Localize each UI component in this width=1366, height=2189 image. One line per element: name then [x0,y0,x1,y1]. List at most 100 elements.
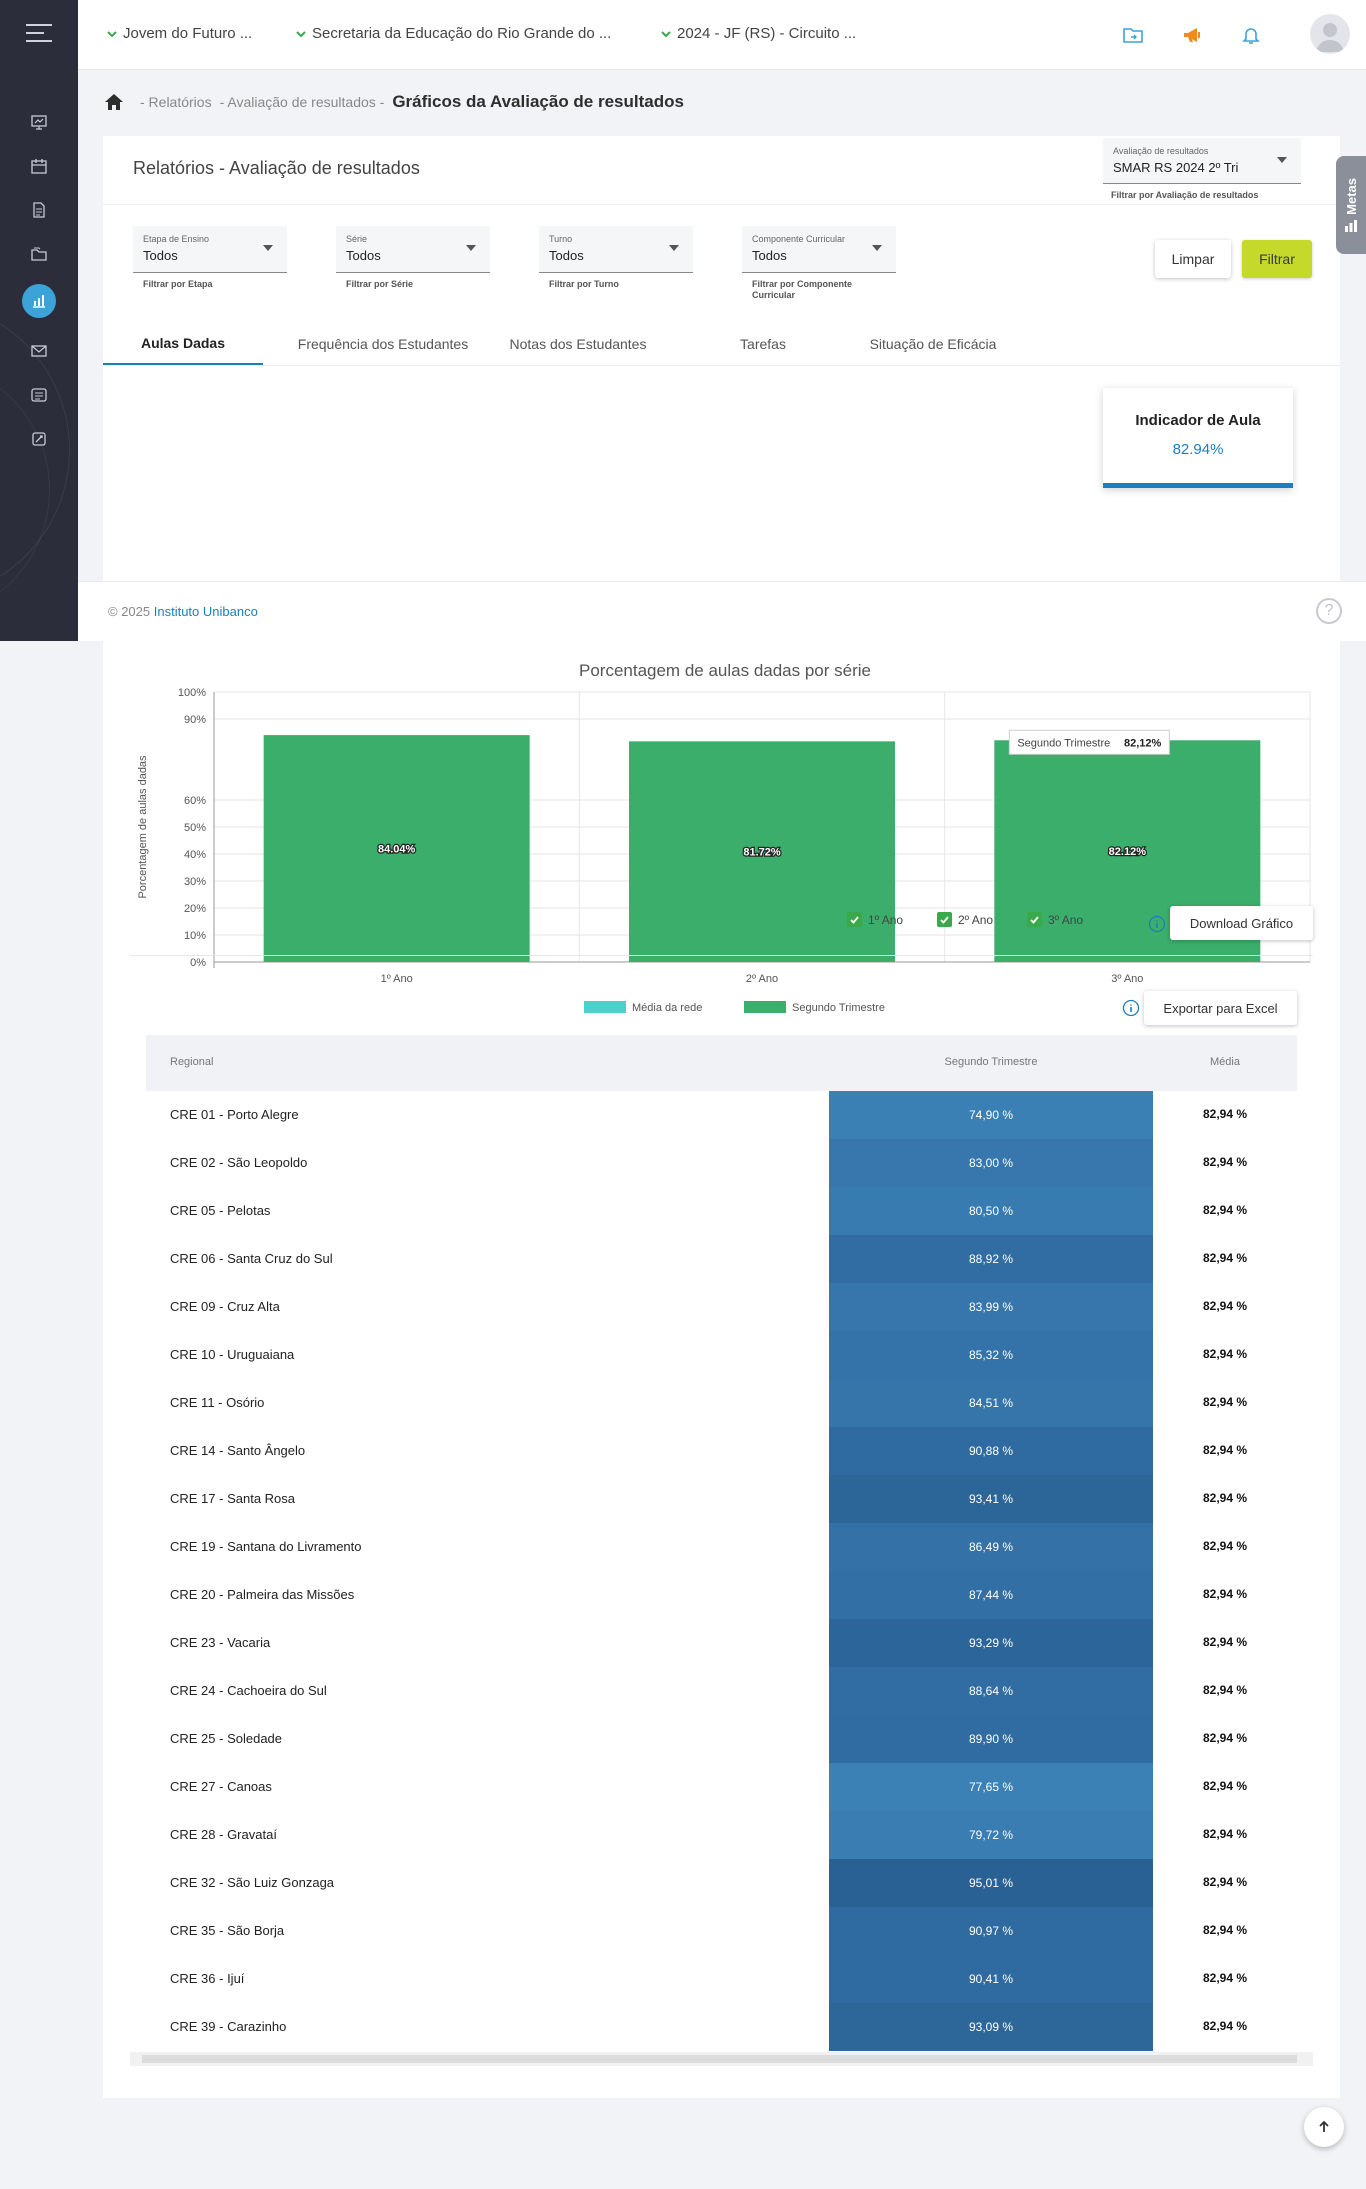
scroll-to-top-button[interactable] [1304,2107,1344,2147]
media-cell: 82,94 % [1202,2019,1248,2033]
megaphone-icon[interactable] [1179,22,1205,48]
table-row: CRE 35 - São Borja 90,97 % 82,94 % [146,1907,1297,1955]
table-row: CRE 17 - Santa Rosa 93,41 % 82,94 % [146,1475,1297,1523]
table-row: CRE 28 - Gravataí 79,72 % 82,94 % [146,1811,1297,1859]
checklist-icon[interactable] [27,383,51,407]
checkbox-checked-icon[interactable] [1027,912,1042,927]
etapa-select[interactable]: Etapa de Ensino Todos [133,226,287,273]
document-icon[interactable] [27,198,51,222]
bell-icon[interactable] [1238,22,1264,48]
regional-cell: CRE 17 - Santa Rosa [170,1491,296,1506]
program-selector[interactable]: Jovem do Futuro ... [106,25,252,42]
indicator-value: 82.94% [1172,441,1224,458]
trimestre-cell: 90,41 % [829,1955,1153,2003]
y-tick-label: 50% [184,822,206,834]
avaliacao-select[interactable]: Avaliação de resultados SMAR RS 2024 2º … [1103,138,1301,184]
caret-down-icon [872,245,882,251]
table-row: CRE 36 - Ijuí 90,41 % 82,94 % [146,1955,1297,2003]
info-icon[interactable] [1122,999,1140,1017]
tab-eficacia[interactable]: Situação de Eficácia [833,322,1033,366]
trimestre-cell: 83,00 % [829,1139,1153,1187]
media-cell: 82,94 % [1202,1299,1248,1313]
column-header-media[interactable]: Média [1153,1056,1297,1068]
trimestre-cell: 95,01 % [829,1859,1153,1907]
divider [130,955,1313,956]
serie-select-hint: Filtrar por Série [346,279,414,289]
presentation-icon[interactable] [27,110,51,134]
sidebar [0,0,78,641]
turno-select-value: Todos [549,248,584,263]
chart-filter-1-ano[interactable]: 1º Ano [847,912,903,927]
etapa-select-label: Etapa de Ensino [143,234,210,244]
horizontal-scrollbar[interactable] [130,2052,1313,2066]
limpar-button[interactable]: Limpar [1155,240,1231,278]
mail-icon[interactable] [27,339,51,363]
media-cell: 82,94 % [1202,1683,1248,1697]
turno-select[interactable]: Turno Todos [539,226,693,273]
checkbox-checked-icon[interactable] [847,912,862,927]
serie-select[interactable]: Série Todos [336,226,490,273]
menu-toggle-icon[interactable] [26,24,52,48]
footer: © 2025 Instituto Unibanco ? [78,581,1366,641]
scrollbar-thumb[interactable] [142,2055,1297,2063]
y-tick-label: 10% [184,930,206,942]
tab-notas[interactable]: Notas dos Estudantes [483,322,673,366]
data-label: 81.72% [743,847,781,859]
calendar-icon[interactable] [27,154,51,178]
metas-side-tab[interactable]: Metas [1336,156,1366,254]
x-tick-label: 1º Ano [381,973,413,985]
folder-icon[interactable] [1120,22,1146,48]
help-icon[interactable]: ? [1316,598,1342,624]
column-header-regional[interactable]: Regional [170,1056,213,1068]
folders-icon[interactable] [27,242,51,266]
trimestre-cell: 83,99 % [829,1283,1153,1331]
y-tick-label: 90% [184,714,206,726]
tab-tarefas[interactable]: Tarefas [693,322,833,366]
chart-icon[interactable] [22,284,56,318]
column-header-trimestre[interactable]: Segundo Trimestre [829,1056,1153,1068]
tab-frequencia[interactable]: Frequência dos Estudantes [283,322,483,366]
export-excel-button[interactable]: Exportar para Excel [1144,991,1297,1025]
footer-brand-link[interactable]: Instituto Unibanco [154,604,258,619]
componente-select-value: Todos [752,248,787,263]
network-selector[interactable]: Secretaria da Educação do Rio Grande do … [295,25,611,42]
breadcrumb-item[interactable]: - Relatórios [140,94,212,110]
filtrar-button[interactable]: Filtrar [1242,240,1312,278]
trimestre-cell: 93,29 % [829,1619,1153,1667]
avaliacao-select-hint: Filtrar por Avaliação de resultados [1111,190,1259,200]
download-chart-button[interactable]: Download Gráfico [1170,906,1313,940]
breadcrumb: - Relatórios - Avaliação de resultados -… [104,92,684,112]
trimestre-cell: 90,97 % [829,1907,1153,1955]
regional-cell: CRE 36 - Ijuí [170,1971,245,1986]
chart-filter-3-ano[interactable]: 3º Ano [1027,912,1083,927]
breadcrumb-item[interactable]: - Avaliação de resultados - [220,94,385,110]
caret-down-icon [1277,157,1287,163]
cycle-selector[interactable]: 2024 - JF (RS) - Circuito ... [660,25,856,42]
home-icon[interactable] [104,93,124,111]
y-tick-label: 20% [184,903,206,915]
componente-select[interactable]: Componente Curricular Todos [742,226,896,273]
chart-filter-2-ano[interactable]: 2º Ano [937,912,993,927]
info-icon[interactable] [1148,915,1166,933]
media-cell: 82,94 % [1202,1827,1248,1841]
checkbox-checked-icon[interactable] [937,912,952,927]
tab-bar: Aulas Dadas Frequência dos Estudantes No… [103,322,1340,366]
regional-table: Regional Segundo Trimestre Média CRE 01 … [146,1035,1297,2051]
regional-cell: CRE 14 - Santo Ângelo [170,1443,306,1458]
table-row: CRE 14 - Santo Ângelo 90,88 % 82,94 % [146,1427,1297,1475]
tab-aulas-dadas[interactable]: Aulas Dadas [103,322,263,366]
chart-title: Porcentagem de aulas dadas por série [579,661,871,680]
trimestre-cell: 85,32 % [829,1331,1153,1379]
media-cell: 82,94 % [1202,1395,1248,1409]
copyright-text: © 2025 [108,604,151,619]
report-card: Relatórios - Avaliação de resultados Ava… [103,136,1340,2098]
regional-cell: CRE 02 - São Leopoldo [170,1155,308,1170]
avatar-icon[interactable] [1310,14,1350,54]
footer-copyright: © 2025 Instituto Unibanco [108,604,258,619]
media-cell: 82,94 % [1202,1731,1248,1745]
tools-icon[interactable] [27,427,51,451]
y-axis-label: Porcentagem de aulas dadas [137,755,149,899]
table-row: CRE 09 - Cruz Alta 83,99 % 82,94 % [146,1283,1297,1331]
table-row: CRE 06 - Santa Cruz do Sul 88,92 % 82,94 % [146,1235,1297,1283]
y-tick-label: 60% [184,795,206,807]
